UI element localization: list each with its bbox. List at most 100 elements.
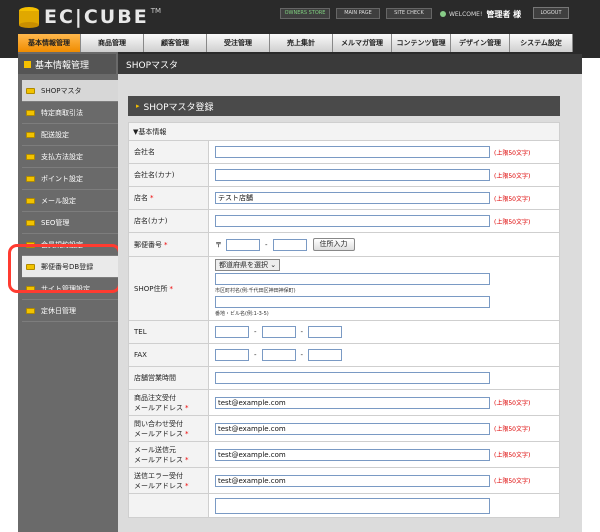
fax3-input[interactable] [308,349,343,361]
tel2-input[interactable] [261,326,296,338]
folder-icon [26,153,35,160]
sidebar-item-10[interactable]: 定休日管理 [22,300,118,322]
nav-tab-2[interactable]: 顧客管理 [144,34,207,52]
zip1-input[interactable] [226,238,260,251]
sidebar-item-3[interactable]: 支払方法設定 [22,146,118,168]
required-mark: * [150,194,154,202]
main-page-button[interactable]: MAIN PAGE [336,8,380,19]
sidebar-title-text: 基本情報管理 [35,60,90,71]
next-textarea[interactable] [215,497,490,514]
logo-text: EC|CUBE [44,6,149,28]
folder-icon [26,307,35,314]
panel-arrow-icon: ▸ [136,102,140,110]
limit-note: (上限50文字) [494,149,531,157]
sender-mail-input[interactable]: test@example.com [215,448,490,461]
site-check-button[interactable]: SITE CHECK [386,8,432,19]
zip2-input[interactable] [272,238,307,251]
sidebar-item-label: ポイント設定 [41,174,83,183]
error-mail-input[interactable]: test@example.com [215,474,490,487]
folder-icon [26,219,35,226]
status-dot-icon [440,11,446,17]
sidebar-title: 基本情報管理 [18,54,116,74]
tel1-input[interactable] [215,326,249,338]
prefecture-select[interactable]: 都道府県を選択 ⌄ [215,258,281,271]
label-zip: 郵便番号 [134,240,162,249]
label-error-mail-2: メールアドレス [134,481,183,490]
folder-icon [24,60,31,68]
folder-icon [26,197,35,204]
sidebar-item-5[interactable]: メール設定 [22,190,118,212]
shop-name-input[interactable]: テスト店舗 [215,192,490,204]
label-shop: 店名 [134,194,148,202]
company-input[interactable] [215,146,490,158]
label-order-mail-2: メールアドレス [134,403,183,412]
sidebar-item-0[interactable]: SHOPマスタ [22,80,118,102]
fax1-input[interactable] [215,349,249,361]
required-mark: * [164,240,168,249]
label-order-mail-1: 商品注文受付 [134,393,176,402]
label-fax: FAX [128,343,209,367]
admin-name: 管理者 様 [486,9,522,19]
limit-note: (上限50文字) [494,172,531,180]
sidebar-item-label: SEO管理 [41,218,70,227]
inquiry-mail-input[interactable]: test@example.com [215,422,490,435]
required-mark: * [185,455,189,464]
panel-title: ▸ SHOPマスタ登録 [128,96,560,116]
address-lookup-button[interactable]: 住所入力 [312,238,355,251]
zip-prefix: 〒 [215,240,222,249]
company-kana-input[interactable] [215,169,490,181]
limit-note: (上限50文字) [494,426,531,433]
chevron-down-icon: ⌄ [270,260,277,269]
logo[interactable]: EC|CUBE TM [18,4,161,30]
label-address: SHOP住所 [134,284,168,293]
content-header: SHOPマスタ [118,54,582,74]
nav-tab-4[interactable]: 売上集計 [270,34,333,52]
label-inquiry-mail-2: メールアドレス [134,429,183,438]
nav-tab-1[interactable]: 商品管理 [81,34,144,52]
label-sender-mail-2: メールアドレス [134,455,183,464]
section-basic-info: ▼基本情報 [128,122,560,141]
address1-input[interactable] [215,272,490,285]
order-mail-input[interactable]: test@example.com [215,396,490,409]
folder-icon [26,87,35,94]
sidebar-item-1[interactable]: 特定商取引法 [22,102,118,124]
label-tel: TEL [128,320,209,344]
sidebar-item-6[interactable]: SEO管理 [22,212,118,234]
nav-tab-7[interactable]: デザイン管理 [451,34,510,52]
prefecture-select-value: 都道府県を選択 [219,260,268,269]
required-mark: * [185,403,189,412]
limit-note: (上限50文字) [494,478,531,485]
main-nav: 基本情報管理 商品管理 顧客管理 受注管理 売上集計 メルマガ管理 コンテンツ管理 デザイン管… [18,34,582,52]
logout-button[interactable]: LOGOUT [533,7,569,19]
address2-note: 番地・ビル名(例:1-3-5) [215,310,269,317]
sidebar-item-label: 特定商取引法 [41,108,83,117]
required-mark: * [169,284,173,293]
label-hours: 店舗営業時間 [128,366,209,390]
sidebar-item-label: 定休日管理 [41,306,76,315]
owners-store-button[interactable]: OWNERS STORE [280,8,330,19]
sidebar-item-2[interactable]: 配送設定 [22,124,118,146]
logo-tm: TM [150,7,162,15]
sidebar-item-4[interactable]: ポイント設定 [22,168,118,190]
limit-note: (上限50文字) [494,452,531,459]
nav-tab-0[interactable]: 基本情報管理 [18,34,81,52]
address1-note: 市区町村名(例:千代田区神田神保町) [215,287,296,294]
logo-cube-icon [19,7,39,28]
shop-kana-input[interactable] [215,215,490,227]
folder-icon [26,175,35,182]
hours-input[interactable] [215,372,490,384]
sidebar-item-label: 支払方法設定 [41,152,83,161]
folder-icon [26,131,35,138]
nav-tab-3[interactable]: 受注管理 [207,34,270,52]
fax2-input[interactable] [261,349,296,361]
address2-input[interactable] [215,295,490,308]
folder-icon [26,109,35,116]
label-next [128,493,209,518]
nav-tab-6[interactable]: コンテンツ管理 [392,34,451,52]
welcome-text: WELCOME! [449,10,483,18]
nav-tab-8[interactable]: システム設定 [510,34,573,52]
label-shop-kana: 店名(カナ) [128,209,209,233]
nav-tab-5[interactable]: メルマガ管理 [333,34,392,52]
tel3-input[interactable] [308,326,343,338]
label-inquiry-mail-1: 問い合わせ受付 [134,419,183,428]
